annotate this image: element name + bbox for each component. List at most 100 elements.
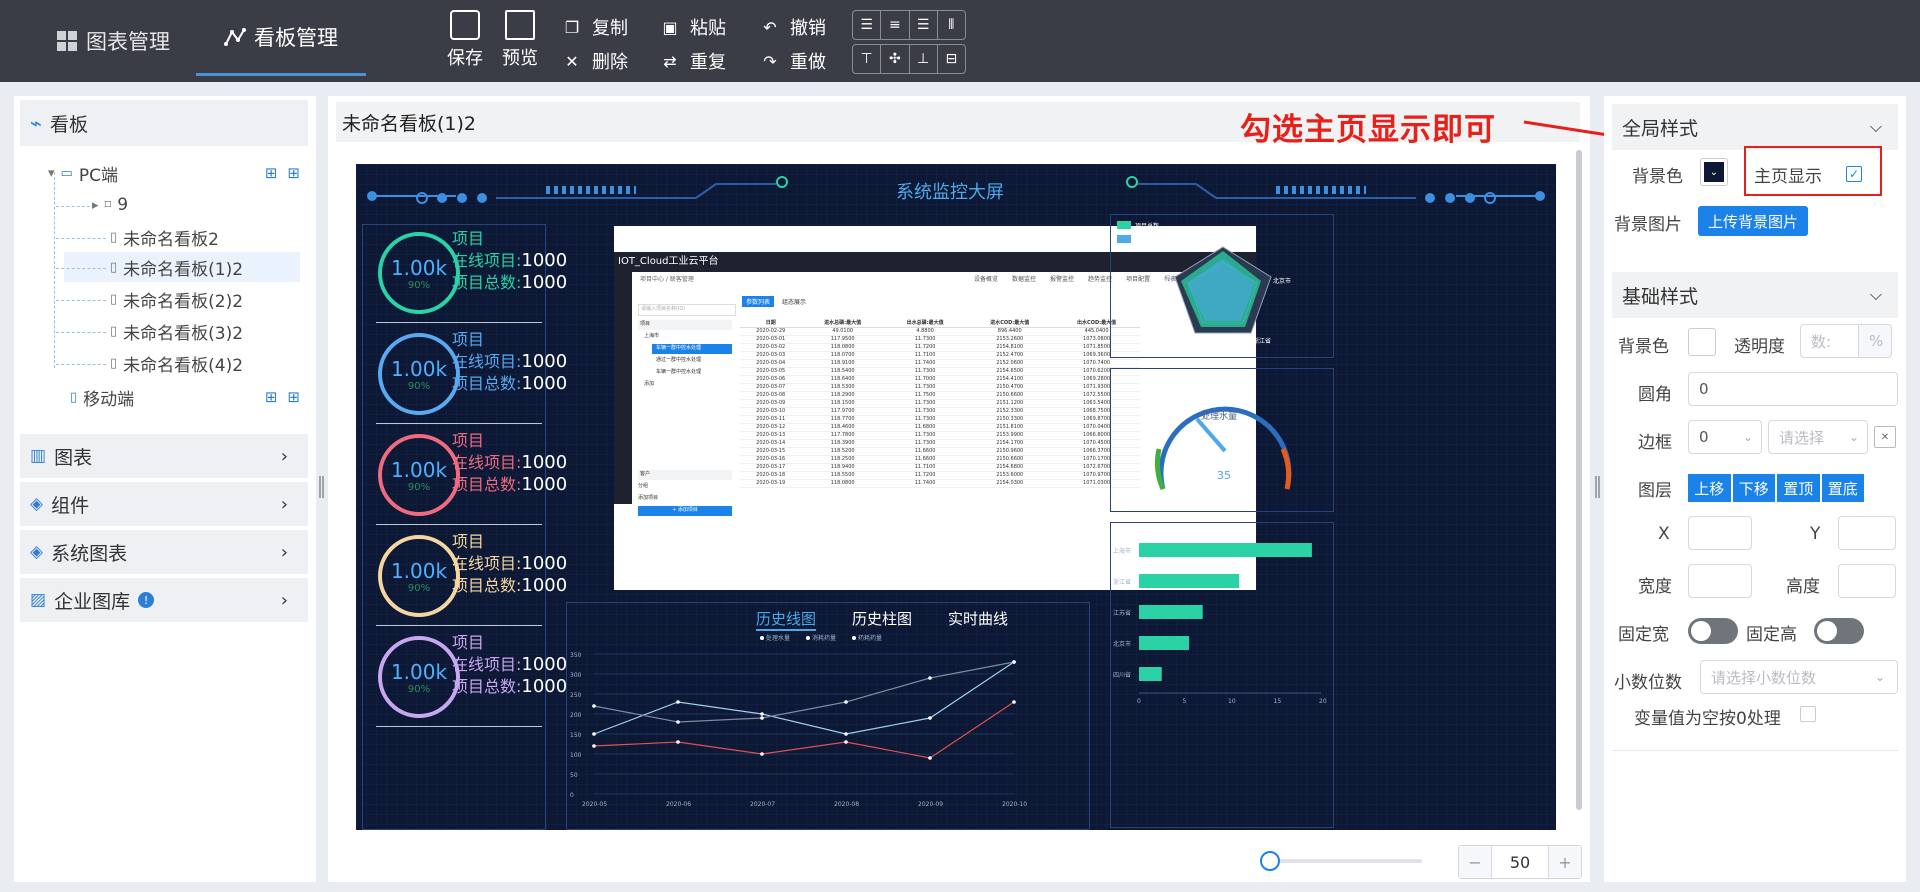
shot-table-row: 2020-03-15 118.5200 11.6600 2150.9600 1066.3… xyxy=(740,447,1140,456)
divider xyxy=(1612,750,1898,751)
paste-button[interactable]: ▣ 粘贴 xyxy=(660,14,726,40)
x-input[interactable] xyxy=(1688,516,1752,550)
category-chart[interactable]: ▥ 图表 › xyxy=(20,432,308,478)
y-input[interactable] xyxy=(1838,516,1896,550)
border-style-select[interactable]: 请选择 ⌄ xyxy=(1768,420,1868,454)
align-center-icon[interactable]: ≡ xyxy=(881,11,910,39)
tree-node-board[interactable]: ▯ 未命名看板(4)2 xyxy=(14,348,314,378)
bar-tick-label: 0 xyxy=(1137,698,1141,705)
copy-icon: ❐ xyxy=(564,17,580,37)
layer-up-button[interactable]: 上移 xyxy=(1688,474,1731,502)
layer-bottom-button[interactable]: 置底 xyxy=(1821,474,1864,502)
align-left-icon[interactable]: ☰ xyxy=(853,11,882,39)
align-middle-icon[interactable]: ✣ xyxy=(881,45,910,73)
null-zero-checkbox[interactable] xyxy=(1800,706,1816,722)
basic-style-header[interactable]: 基础样式 ⌵ xyxy=(1612,272,1898,318)
tree-node-board[interactable]: ▯ 未命名看板(2)2 xyxy=(14,284,314,314)
add-file-icon[interactable]: ⊞ xyxy=(265,164,278,182)
global-style-header[interactable]: 全局样式 ⌵ xyxy=(1612,104,1898,150)
layer-down-button[interactable]: 下移 xyxy=(1732,474,1775,502)
tree-node-board[interactable]: ▯ 未命名看板(3)2 xyxy=(14,316,314,346)
nav-board-management[interactable]: 看板管理 xyxy=(196,0,366,76)
preview-button[interactable]: 预览 xyxy=(497,10,543,70)
shot-table-cell: 2020-03-15 xyxy=(740,447,802,456)
add-folder-icon[interactable]: ⊞ xyxy=(287,388,300,406)
category-component[interactable]: ◈ 组件 › xyxy=(20,480,308,526)
height-label: 高度 xyxy=(1786,577,1820,597)
line-x-tick: 2020-10 xyxy=(1002,801,1027,808)
decimal-select[interactable]: 请选择小数位数 ⌄ xyxy=(1700,660,1898,694)
line-chart: 350 300 250 200 150 100 50 0 2020-05 2020-06 2020-… xyxy=(570,634,1027,808)
category-label: 系统图表 xyxy=(51,542,128,565)
shot-column-header: 进水COD:最大值 xyxy=(966,318,1054,328)
line-point xyxy=(592,744,596,748)
add-folder-icon[interactable]: ⊞ xyxy=(287,164,300,182)
shot-table-cell: 2153.9900 xyxy=(966,431,1054,440)
redo-button[interactable]: ↷ 重做 xyxy=(760,48,826,74)
shot-table-row: 2020-03-18 118.5500 11.7200 2153.6000 1070.9… xyxy=(740,471,1140,480)
null-zero-label: 变量值为空按0处理 xyxy=(1634,709,1781,729)
basic-bg-color-picker[interactable] xyxy=(1688,328,1716,356)
delete-button[interactable]: ✕ 删除 xyxy=(562,48,628,74)
shot-table-cell: 2153.6000 xyxy=(966,471,1054,480)
nav-label: 图表管理 xyxy=(86,30,170,54)
redo-label: 重做 xyxy=(790,52,826,73)
distribute-horizontal-icon[interactable]: ⫴ xyxy=(938,11,965,39)
shot-table-cell: 2020-03-14 xyxy=(740,439,802,448)
left-resize-handle[interactable] xyxy=(319,476,324,498)
radius-input[interactable]: 0 xyxy=(1688,372,1898,406)
save-button[interactable]: 保存 xyxy=(442,10,488,70)
bg-color-picker[interactable]: ⌄ xyxy=(1700,158,1728,186)
annotation-text: 勾选主页显示即可 xyxy=(1240,112,1496,148)
category-system-chart[interactable]: ◈ 系统图表 › xyxy=(20,528,308,574)
shot-table-cell: 118.0800 xyxy=(801,479,884,488)
bar xyxy=(1139,605,1203,619)
zoom-slider-knob[interactable] xyxy=(1260,851,1280,871)
tree-line xyxy=(56,364,106,365)
align-top-icon[interactable]: ⊤ xyxy=(853,45,882,73)
copy-button[interactable]: ❐ 复制 xyxy=(562,14,628,40)
layer-top-button[interactable]: 置顶 xyxy=(1777,474,1820,502)
align-bottom-icon[interactable]: ⊥ xyxy=(910,45,938,73)
canvas-scrollbar[interactable] xyxy=(1576,150,1582,810)
kpi-value: 1.00k xyxy=(390,255,448,280)
right-resize-handle[interactable] xyxy=(1595,476,1600,498)
chevron-down-icon: ⌵ xyxy=(1869,285,1882,304)
distribute-vertical-icon[interactable]: ⊟ xyxy=(938,45,965,73)
height-input[interactable] xyxy=(1838,564,1896,598)
kpi-text: 项目 在线项目:1000 项目总数:1000 xyxy=(452,329,567,395)
kpi-percent: 90% xyxy=(407,481,431,493)
zoom-minus-button[interactable]: − xyxy=(1459,846,1491,878)
nav-chart-management[interactable]: 图表管理 xyxy=(56,0,170,82)
radar-card: 项目总数 在线项目 上海市 北京市 浙江省 安徽省 江苏省 xyxy=(1110,214,1334,358)
tree-node-pc[interactable]: ▾ ▭ PC端 ⊞ ⊞ xyxy=(14,158,314,188)
undo-button[interactable]: ↶ 撤销 xyxy=(760,14,826,40)
tree-node-mobile[interactable]: ▯ 移动端 ⊞ ⊞ xyxy=(14,382,314,412)
shot-table-cell: 11.7500 xyxy=(883,391,967,400)
shot-table-row: 2020-03-11 118.7700 11.7300 2150.3300 1069.8… xyxy=(740,415,1140,424)
tree-node-folder[interactable]: ▸ ⌑ 9 xyxy=(14,190,314,220)
fixed-height-toggle[interactable] xyxy=(1814,618,1864,644)
opacity-input[interactable]: 数: xyxy=(1800,324,1860,358)
zoom-plus-button[interactable]: + xyxy=(1549,846,1581,878)
align-right-icon[interactable]: ☰ xyxy=(910,11,938,39)
shot-table-cell: 117.9500 xyxy=(801,335,884,344)
upload-bg-button[interactable]: 上传背景图片 xyxy=(1698,206,1808,236)
add-file-icon[interactable]: ⊞ xyxy=(265,388,278,406)
shot-table-cell: 2150.3300 xyxy=(966,415,1054,424)
shot-table-cell: 11.7300 xyxy=(883,407,967,416)
shot-table-cell: 118.0700 xyxy=(801,351,884,360)
width-input[interactable] xyxy=(1688,564,1752,598)
zoom-value[interactable]: 50 xyxy=(1491,846,1549,878)
category-enterprise-gallery[interactable]: ▨ 企业图库 ! › xyxy=(20,576,308,622)
repeat-button[interactable]: ⇄ 重复 xyxy=(660,48,726,74)
shot-table-cell: 2150.9600 xyxy=(966,447,1054,456)
fixed-width-toggle[interactable] xyxy=(1688,618,1738,644)
shot-table-row: 2020-03-10 117.9700 11.7300 2152.3300 1068.7… xyxy=(740,407,1140,416)
shot-table: 日期 进水总磷:最大值 出水总磷:最大值 进水COD:最大值 出水COD:最大值 2020… xyxy=(740,318,1140,488)
border-width-select[interactable]: 0 ⌄ xyxy=(1688,420,1762,454)
border-color-picker[interactable]: ✕ xyxy=(1874,426,1896,448)
zoom-slider[interactable] xyxy=(1270,859,1422,863)
tree-node-board[interactable]: ▯ 未命名看板2 xyxy=(14,222,314,252)
tree-node-board-selected[interactable]: ▯ 未命名看板(1)2 xyxy=(64,252,300,282)
